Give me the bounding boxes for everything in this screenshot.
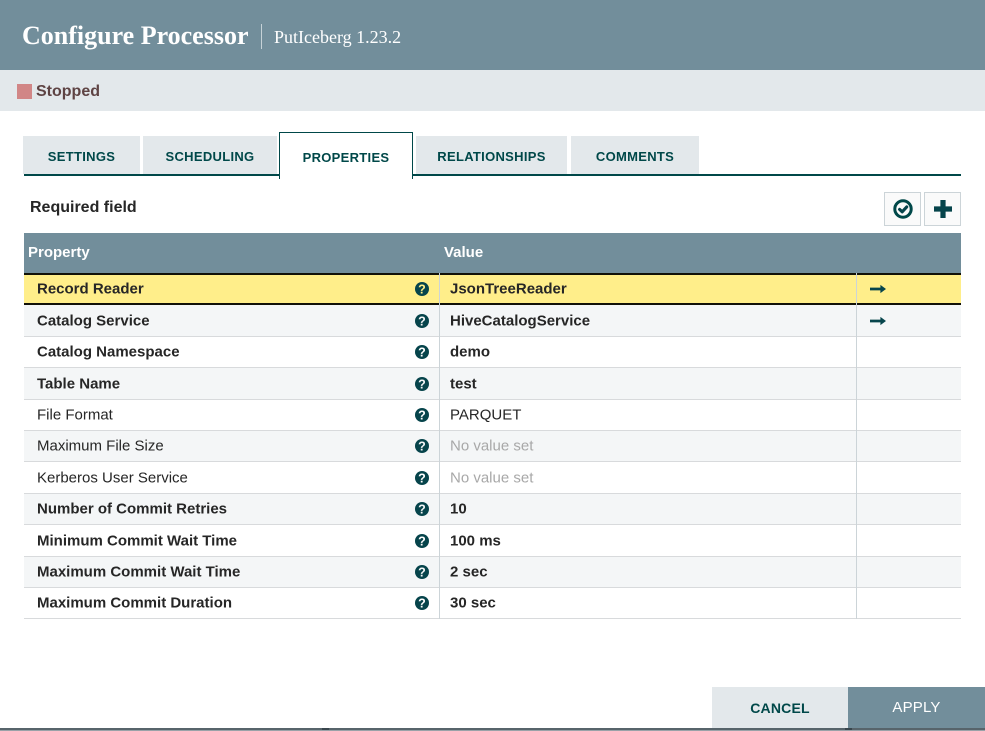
svg-text:?: ? [418, 503, 426, 517]
svg-text:?: ? [418, 314, 426, 328]
svg-text:?: ? [418, 534, 426, 548]
svg-text:?: ? [418, 471, 426, 485]
svg-text:?: ? [418, 597, 426, 611]
svg-text:?: ? [418, 409, 426, 423]
svg-text:?: ? [418, 283, 426, 297]
svg-text:?: ? [418, 566, 426, 580]
svg-text:?: ? [418, 377, 426, 391]
svg-text:?: ? [418, 440, 426, 454]
svg-text:?: ? [418, 346, 426, 360]
